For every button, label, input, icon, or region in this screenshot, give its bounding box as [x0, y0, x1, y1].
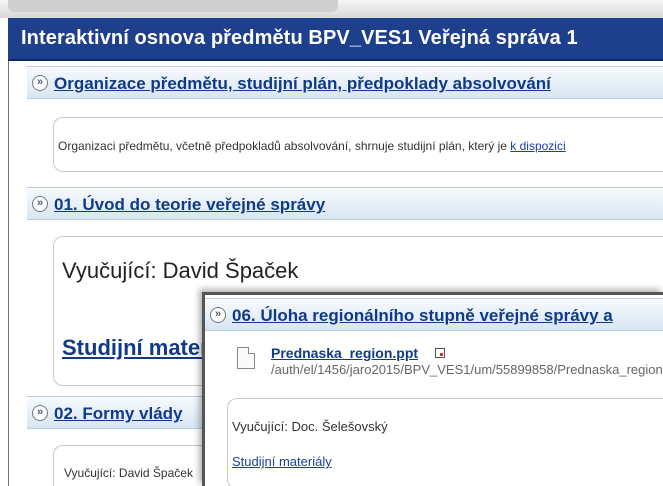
study-materials-link-06[interactable]: Studijní materiály: [232, 454, 332, 469]
section-box-06: Vyučující: Doc. Šelešovský Studijní mate…: [227, 398, 663, 486]
lecturer-02: Vyučující: David Špaček: [64, 466, 193, 480]
section-link-01[interactable]: 01. Úvod do teorie veřejné správy: [54, 195, 325, 215]
top-bar-shape: [8, 0, 338, 12]
section-box-organizace: Organizaci předmětu, včetně předpokladů …: [53, 117, 663, 172]
expand-chevron-icon[interactable]: »: [32, 196, 48, 212]
title-bar: Interaktivní osnova předmětu BPV_VES1 Ve…: [8, 18, 663, 61]
organizace-text: Organizaci předmětu, včetně předpokladů …: [58, 139, 566, 153]
section-link-02[interactable]: 02. Formy vlády: [54, 404, 183, 424]
organizace-text-body: Organizaci předmětu, včetně předpokladů …: [58, 139, 511, 153]
zoom-popup: » 06. Úloha regionálního stupně veřejné …: [202, 292, 663, 486]
file-icon: [237, 347, 255, 369]
top-bar: [0, 0, 663, 18]
external-link-icon[interactable]: [435, 348, 445, 358]
file-path: /auth/el/1456/jaro2015/BPV_VES1/um/55899…: [271, 362, 663, 377]
k-dispozici-link[interactable]: k dispozici: [510, 139, 565, 153]
section-link-organizace[interactable]: Organizace předmětu, studijní plán, před…: [54, 74, 551, 94]
section-link-06[interactable]: 06. Úloha regionálního stupně veřejné sp…: [232, 306, 613, 326]
section-header-01[interactable]: » 01. Úvod do teorie veřejné správy: [27, 187, 663, 220]
lecturer-01: Vyučující: David Špaček: [62, 258, 299, 283]
section-header-06[interactable]: » 06. Úloha regionálního stupně veřejné …: [205, 298, 663, 331]
study-materials-06[interactable]: Studijní materiály: [232, 454, 332, 469]
page-title: Interaktivní osnova předmětu BPV_VES1 Ve…: [21, 27, 578, 49]
file-link[interactable]: Prednaska_region.ppt: [271, 345, 418, 361]
expand-chevron-icon[interactable]: »: [210, 307, 226, 323]
expand-chevron-icon[interactable]: »: [32, 75, 48, 91]
expand-chevron-icon[interactable]: »: [32, 405, 48, 421]
section-header-organizace[interactable]: » Organizace předmětu, studijní plán, př…: [27, 66, 663, 99]
lecturer-06: Vyučující: Doc. Šelešovský: [232, 419, 388, 434]
